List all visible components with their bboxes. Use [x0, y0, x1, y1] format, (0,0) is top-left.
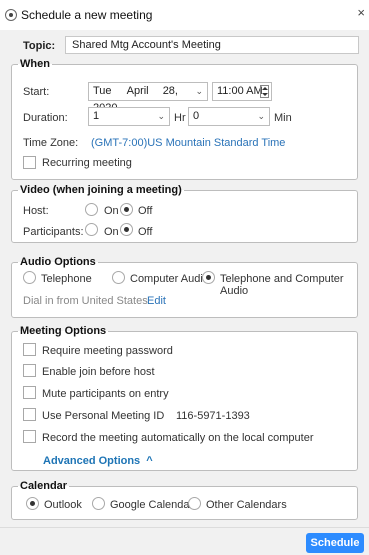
- participants-on-label: On: [104, 226, 119, 238]
- dial-in-edit-link[interactable]: Edit: [147, 295, 166, 307]
- start-time-value: 11:00 AM: [217, 85, 263, 97]
- when-legend: When: [20, 58, 50, 70]
- audio-computer-radio[interactable]: [112, 271, 125, 284]
- audio-both-radio[interactable]: [202, 271, 215, 284]
- date-month: April: [126, 85, 149, 97]
- start-date-picker[interactable]: Tue April 28, 2020 ⌄: [88, 82, 208, 114]
- duration-minutes-value: 0: [193, 110, 200, 122]
- title-bar: Schedule a new meeting ×: [0, 0, 369, 30]
- personal-meeting-id-label: Use Personal Meeting ID: [42, 410, 165, 422]
- personal-meeting-id-value: 116-5971-1393: [176, 410, 250, 422]
- start-label: Start:: [23, 86, 50, 98]
- join-before-host-checkbox[interactable]: [23, 364, 36, 377]
- calendar-outlook-radio[interactable]: [26, 497, 39, 510]
- window-title: Schedule a new meeting: [21, 8, 153, 22]
- recurring-checkbox[interactable]: [23, 156, 36, 169]
- calendar-legend: Calendar: [20, 480, 68, 492]
- topic-input[interactable]: [65, 36, 359, 54]
- calendar-outlook-label: Outlook: [44, 499, 82, 511]
- start-time-field[interactable]: 11:00 AM: [212, 82, 272, 101]
- participants-off-label: Off: [138, 226, 153, 238]
- duration-hours-value: 1: [93, 110, 100, 122]
- schedule-button[interactable]: Schedule: [306, 533, 364, 553]
- min-label: Min: [274, 112, 292, 124]
- record-automatically-label: Record the meeting automatically on the …: [42, 432, 314, 444]
- chevron-down-icon: ⌄: [195, 86, 203, 96]
- audio-telephone-radio[interactable]: [23, 271, 36, 284]
- advanced-options-toggle[interactable]: Advanced Options ^: [43, 455, 153, 467]
- participants-label: Participants:: [23, 226, 84, 238]
- join-before-host-label: Enable join before host: [42, 366, 155, 378]
- timezone-select[interactable]: (GMT-7:00)US Mountain Standard Time: [91, 137, 285, 149]
- host-video-on-radio[interactable]: [85, 203, 98, 216]
- schedule-meeting-window: Schedule a new meeting × Topic: When Sta…: [0, 0, 369, 555]
- chevron-up-icon: ^: [146, 455, 153, 467]
- participants-video-off-radio[interactable]: [120, 223, 133, 236]
- host-on-label: On: [104, 205, 119, 217]
- hr-label: Hr: [174, 112, 186, 124]
- duration-minutes-select[interactable]: 0 ⌄: [188, 107, 270, 126]
- personal-meeting-id-checkbox[interactable]: [23, 408, 36, 421]
- audio-both-label: Telephone and Computer Audio: [220, 273, 344, 297]
- meeting-options-legend: Meeting Options: [20, 325, 107, 337]
- timezone-label: Time Zone:: [23, 137, 79, 149]
- date-weekday: Tue: [93, 85, 112, 97]
- dial-in-text: Dial in from United States: [23, 295, 148, 307]
- calendar-other-radio[interactable]: [188, 497, 201, 510]
- topic-label: Topic:: [23, 40, 56, 52]
- chevron-down-icon: ⌄: [157, 111, 165, 121]
- calendar-google-radio[interactable]: [92, 497, 105, 510]
- require-password-checkbox[interactable]: [23, 343, 36, 356]
- calendar-google-label: Google Calendar: [110, 499, 194, 511]
- audio-telephone-label: Telephone: [41, 273, 92, 285]
- host-video-off-radio[interactable]: [120, 203, 133, 216]
- duration-hours-select[interactable]: 1 ⌄: [88, 107, 170, 126]
- mute-on-entry-checkbox[interactable]: [23, 386, 36, 399]
- audio-legend: Audio Options: [20, 256, 96, 268]
- require-password-label: Require meeting password: [42, 345, 173, 357]
- host-off-label: Off: [138, 205, 153, 217]
- chevron-down-icon: ⌄: [257, 111, 265, 121]
- participants-video-on-radio[interactable]: [85, 223, 98, 236]
- time-spinner-icon[interactable]: [260, 85, 269, 98]
- mute-on-entry-label: Mute participants on entry: [42, 388, 169, 400]
- duration-label: Duration:: [23, 112, 68, 124]
- audio-computer-label: Computer Audio: [130, 273, 209, 285]
- video-legend: Video (when joining a meeting): [20, 184, 182, 196]
- advanced-options-label: Advanced Options: [43, 455, 141, 467]
- close-icon[interactable]: ×: [357, 5, 365, 20]
- host-label: Host:: [23, 205, 49, 217]
- footer-divider: [0, 527, 369, 528]
- calendar-other-label: Other Calendars: [206, 499, 287, 511]
- record-automatically-checkbox[interactable]: [23, 430, 36, 443]
- recurring-label: Recurring meeting: [42, 157, 132, 169]
- zoom-app-icon: [5, 9, 17, 21]
